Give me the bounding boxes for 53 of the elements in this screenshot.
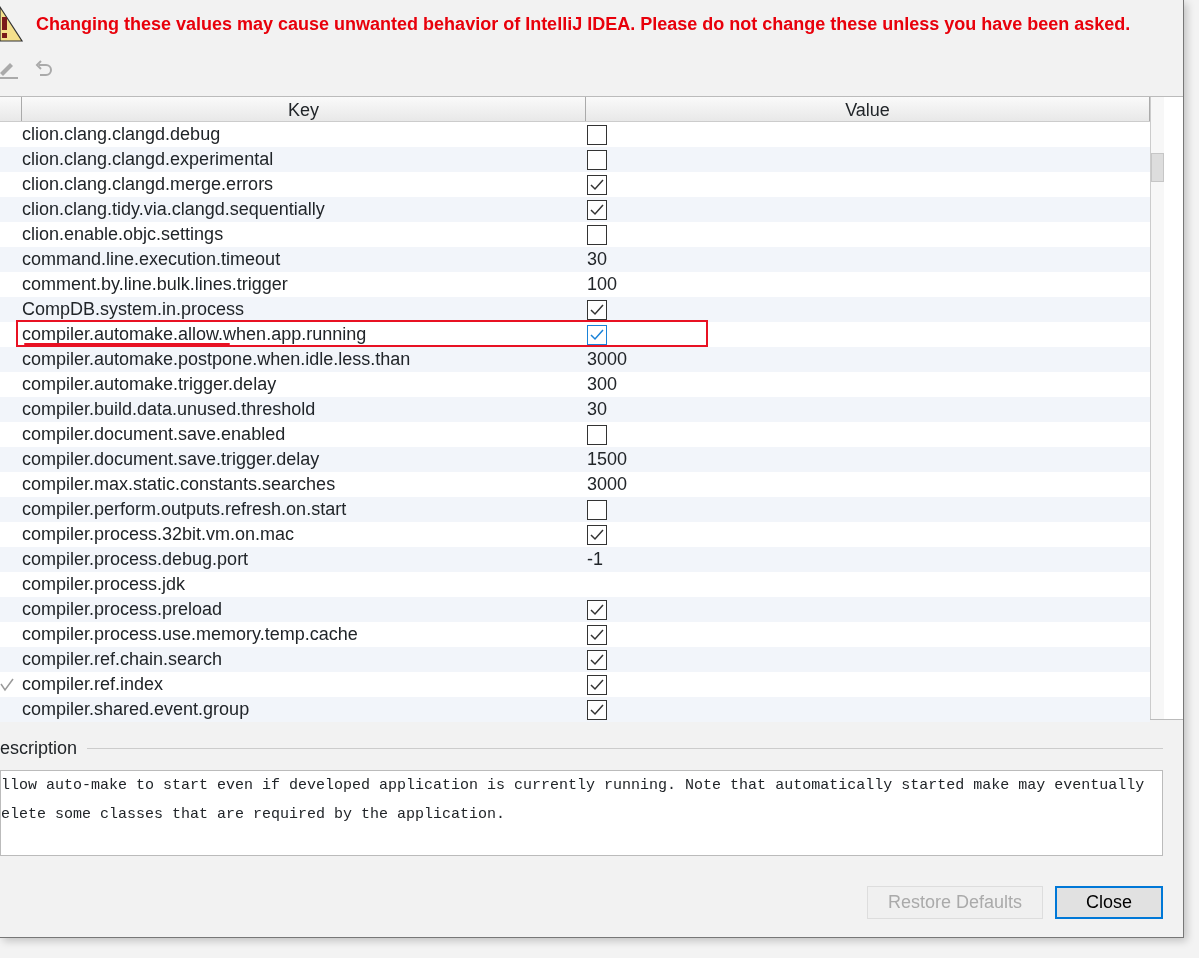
checkbox[interactable] [587, 699, 607, 720]
setting-value: 1500 [587, 449, 628, 469]
checkbox[interactable] [587, 174, 607, 195]
checkbox[interactable] [587, 224, 607, 245]
setting-key: clion.clang.clangd.experimental [22, 149, 274, 169]
setting-key: compiler.process.jdk [22, 574, 186, 594]
checkbox[interactable] [587, 649, 607, 670]
scrollbar-thumb[interactable] [1151, 153, 1164, 182]
setting-key: command.line.execution.timeout [22, 249, 281, 269]
setting-key: compiler.build.data.unused.threshold [22, 399, 316, 419]
setting-key: clion.enable.objc.settings [22, 224, 224, 244]
checkbox[interactable] [587, 599, 607, 620]
setting-value: 300 [587, 374, 618, 394]
checkbox[interactable] [587, 199, 607, 220]
setting-key: compiler.automake.allow.when.app.running [22, 324, 367, 344]
setting-key: compiler.automake.trigger.delay [22, 374, 277, 394]
setting-key: clion.clang.clangd.merge.errors [22, 174, 274, 194]
setting-value: 3000 [587, 474, 628, 494]
setting-key: compiler.automake.postpone.when.idle.less.than [22, 349, 411, 369]
checkbox[interactable] [587, 524, 607, 545]
setting-key: compiler.ref.chain.search [22, 649, 223, 669]
checkbox[interactable] [587, 624, 607, 645]
checkbox[interactable] [587, 299, 607, 320]
setting-value: 30 [587, 399, 608, 419]
dialog-button[interactable]: Close [1055, 886, 1163, 919]
description-label: escription [0, 736, 78, 760]
setting-key: compiler.max.static.constants.searches [22, 474, 336, 494]
setting-key: compiler.shared.event.group [22, 699, 250, 719]
setting-key: CompDB.system.in.process [22, 299, 245, 319]
warning-message: Changing these values may cause unwanted behavior of IntelliJ IDEA. Please do not change these unless you have been asked. [36, 12, 1131, 36]
setting-key: compiler.ref.index [22, 674, 164, 694]
setting-key: compiler.process.debug.port [22, 549, 249, 569]
checkbox[interactable] [587, 674, 607, 695]
column-header[interactable]: Key [22, 97, 586, 121]
checkbox[interactable] [587, 424, 607, 445]
checkbox[interactable] [587, 149, 607, 170]
checkbox[interactable] [587, 124, 607, 145]
checkbox[interactable] [587, 499, 607, 520]
setting-key: compiler.document.save.trigger.delay [22, 449, 320, 469]
checkbox[interactable] [587, 324, 607, 345]
description-text: llow auto-make to start even if developed application is currently running. Note that automatically started make may eventually elete some classes that are required by the application. [0, 770, 1163, 856]
setting-key: clion.clang.clangd.debug [22, 124, 221, 144]
setting-key: compiler.process.32bit.vm.on.mac [22, 524, 295, 544]
setting-key: compiler.process.use.memory.temp.cache [22, 624, 358, 644]
setting-value: 30 [587, 249, 608, 269]
setting-key: comment.by.line.bulk.lines.trigger [22, 274, 288, 294]
setting-key: clion.clang.tidy.via.clangd.sequentially [22, 199, 325, 219]
setting-value: -1 [587, 549, 603, 569]
setting-value: 3000 [587, 349, 628, 369]
setting-key: compiler.process.preload [22, 599, 223, 619]
setting-key: compiler.perform.outputs.refresh.on.start [22, 499, 347, 519]
setting-key: compiler.document.save.enabled [22, 424, 286, 444]
setting-value: 100 [587, 274, 618, 294]
